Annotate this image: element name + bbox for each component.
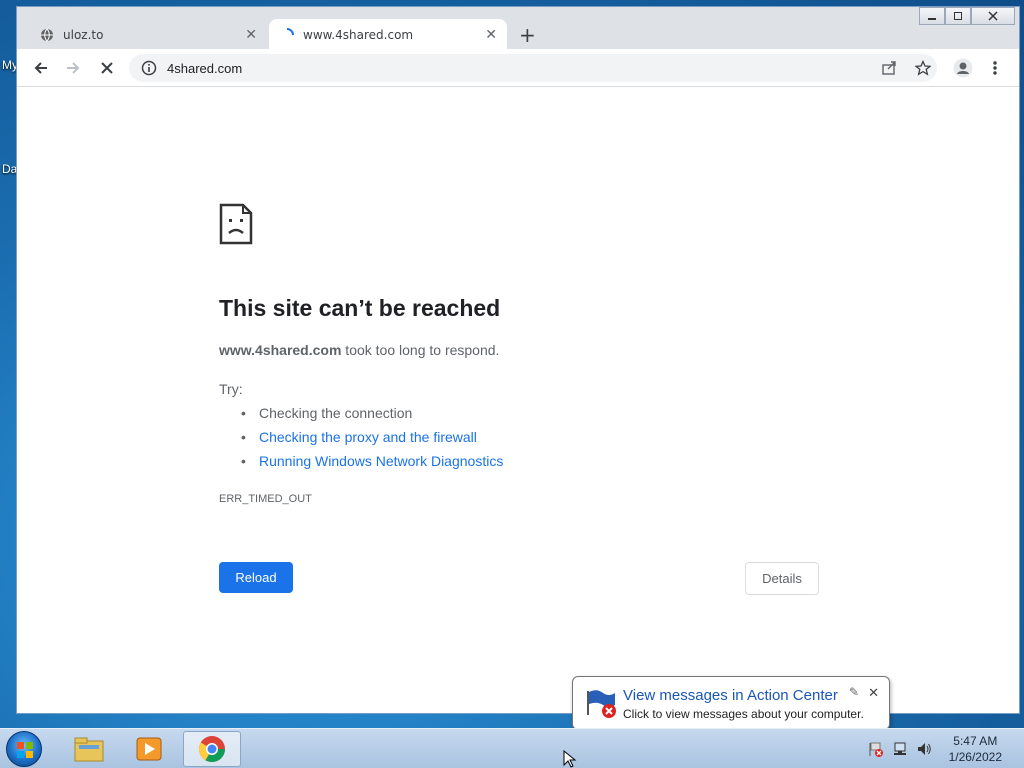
avatar-icon <box>953 58 973 78</box>
taskbar-media-player[interactable] <box>120 731 178 767</box>
action-center-balloon[interactable]: View messages in Action Center Click to … <box>572 676 890 730</box>
back-arrow-icon <box>34 62 47 74</box>
start-button[interactable] <box>6 731 42 767</box>
balloon-text[interactable]: Click to view messages about your comput… <box>623 707 864 721</box>
forward-button[interactable] <box>63 58 83 78</box>
new-tab-button[interactable]: + <box>519 25 536 45</box>
tab-title: uloz.to <box>63 28 104 42</box>
windows-logo-icon <box>17 742 33 758</box>
stop-button[interactable] <box>97 58 117 78</box>
tab-close-icon[interactable]: ✕ <box>245 27 257 43</box>
error-page: This site can’t be reached www.4shared.c… <box>17 87 1019 713</box>
globe-icon <box>39 27 55 43</box>
error-message-rest: took too long to respond. <box>341 342 500 358</box>
action-center-flag-tray-icon[interactable] <box>868 741 884 757</box>
bookmark-button[interactable] <box>913 58 933 78</box>
media-player-icon <box>136 737 162 761</box>
taskbar: 5:47 AM 1/26/2022 <box>0 728 1024 768</box>
back-button[interactable] <box>31 58 51 78</box>
share-icon <box>882 61 896 75</box>
details-button[interactable]: Details <box>745 562 819 595</box>
more-vert-icon <box>993 61 997 75</box>
tab-uloz[interactable]: uloz.to ✕ <box>29 19 267 51</box>
browser-window: uloz.to ✕ www.4shared.com ✕ + 4shared.co… <box>16 6 1020 714</box>
loading-spinner-icon <box>279 27 295 43</box>
balloon-close-icon[interactable]: ✕ <box>868 685 879 701</box>
taskbar-chrome[interactable] <box>183 731 241 767</box>
tab-close-icon[interactable]: ✕ <box>485 27 497 43</box>
info-icon[interactable] <box>141 60 157 76</box>
error-code: ERR_TIMED_OUT <box>219 493 312 505</box>
clock-date: 1/26/2022 <box>948 750 1002 764</box>
try-label: Try: <box>219 381 243 397</box>
suggestion-list: Checking the connection Checking the pro… <box>239 403 503 475</box>
chrome-icon <box>198 736 226 763</box>
clock-time: 5:47 AM <box>953 734 998 748</box>
tab-4shared[interactable]: www.4shared.com ✕ <box>269 19 507 51</box>
error-headline: This site can’t be reached <box>219 295 501 321</box>
tab-title: www.4shared.com <box>303 28 414 42</box>
system-clock[interactable]: 5:47 AM 1/26/2022 <box>949 733 1002 765</box>
taskbar-explorer[interactable] <box>60 731 118 767</box>
suggestion-proxy-firewall-link[interactable]: Checking the proxy and the firewall <box>239 427 503 451</box>
folder-icon <box>74 737 104 762</box>
suggestion-check-connection: Checking the connection <box>239 403 503 427</box>
error-host: www.4shared.com <box>219 342 342 358</box>
star-icon <box>915 60 931 76</box>
share-button[interactable] <box>879 58 899 78</box>
sad-page-icon <box>219 203 253 245</box>
reload-button[interactable]: Reload <box>219 562 293 593</box>
forward-arrow-icon <box>67 62 80 74</box>
error-message: www.4shared.com took too long to respond… <box>219 342 499 358</box>
mouse-cursor-icon <box>563 750 577 768</box>
stop-x-icon <box>101 62 113 74</box>
address-text[interactable]: 4shared.com <box>167 61 242 76</box>
volume-icon[interactable] <box>916 741 932 757</box>
menu-button[interactable] <box>985 58 1005 78</box>
profile-button[interactable] <box>953 58 973 78</box>
action-center-flag-icon <box>587 690 616 718</box>
network-icon[interactable] <box>892 741 908 757</box>
balloon-title[interactable]: View messages in Action Center <box>623 687 838 704</box>
browser-toolbar: 4shared.com <box>17 49 1019 87</box>
suggestion-network-diagnostics-link[interactable]: Running Windows Network Diagnostics <box>239 451 503 475</box>
wrench-icon[interactable]: ✎ <box>849 685 859 699</box>
address-bar[interactable]: 4shared.com <box>129 54 937 82</box>
tab-strip: uloz.to ✕ www.4shared.com ✕ + <box>17 17 1019 51</box>
